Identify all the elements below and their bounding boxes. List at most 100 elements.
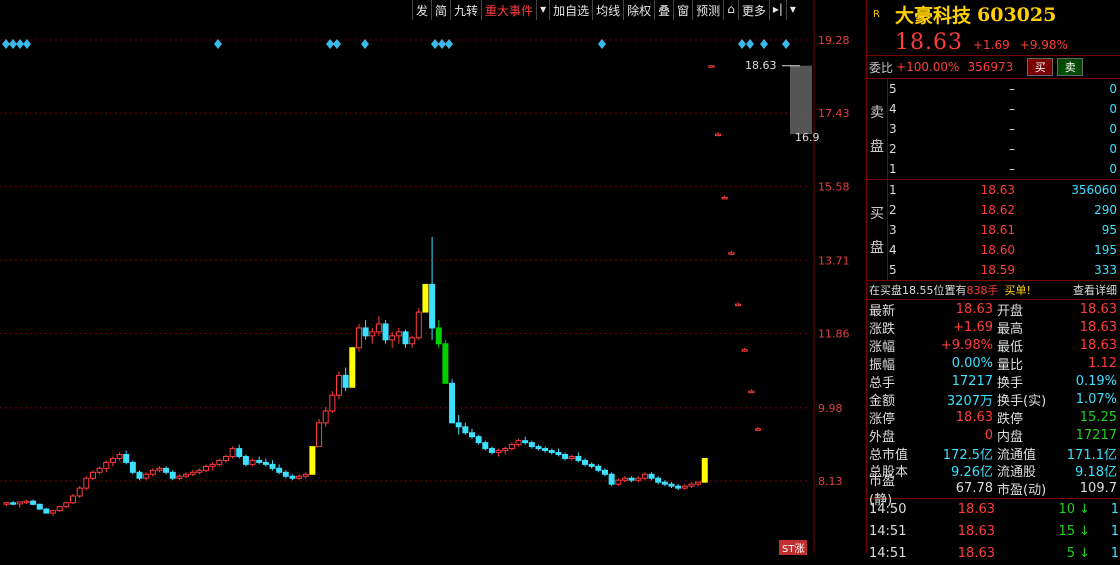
toolbar-item-8[interactable]: 叠 <box>654 0 673 20</box>
sell_book-level: 4 <box>889 102 897 116</box>
event-diamond-icon <box>598 39 606 49</box>
stat-value: 3207万 <box>946 393 993 409</box>
toolbar-item-10[interactable]: 预测 <box>692 0 723 20</box>
stat-value: +1.69 <box>953 320 993 336</box>
buy_book-price: 18.59 <box>980 263 1015 277</box>
candle-body <box>216 459 223 465</box>
tick-volume: 10 <box>1058 502 1075 518</box>
tick-row: 14:50 18.63 10 ↓ 1 <box>867 499 1120 521</box>
toolbar-item-9[interactable]: 窗 <box>673 0 692 20</box>
toolbar-item-7[interactable]: 除权 <box>623 0 654 20</box>
candle-body <box>103 461 110 469</box>
candle-body <box>309 446 316 475</box>
event-diamond-icon <box>23 39 31 49</box>
buy-side-char-2: 盘 <box>870 240 884 256</box>
stat-value: 0 <box>984 427 993 443</box>
candle-body <box>429 283 436 329</box>
candle-body <box>675 485 682 489</box>
candle-body <box>236 448 243 457</box>
stats-row: 涨停 18.63 跌停 15.25 <box>867 408 1120 427</box>
stat-value-2: 17217 <box>1075 427 1117 443</box>
candle-body <box>582 459 589 465</box>
buy_book-volume: 95 <box>1101 223 1117 237</box>
stats-row: 外盘 0 内盘 17217 <box>867 426 1120 445</box>
tick-row: 14:51 18.63 5 ↓ 1 <box>867 543 1120 565</box>
view-detail-link[interactable]: 查看详细 <box>1073 282 1117 298</box>
candle-body <box>156 467 163 471</box>
candle-body <box>475 436 482 444</box>
toolbar-item-3[interactable]: 重大事件 <box>481 0 536 20</box>
order-ratio-label: 委比 <box>869 60 894 75</box>
stat-label: 涨停 <box>869 411 896 427</box>
candle-body <box>575 455 582 461</box>
stat-value: 9.26亿 <box>951 465 993 481</box>
low-price-marker: 16.9 <box>795 131 820 144</box>
candle-body <box>176 475 183 479</box>
toolbar-item-13[interactable]: ▸| <box>768 0 786 20</box>
candle-body <box>76 487 83 497</box>
candle-body <box>449 382 456 424</box>
stat-value-2: 109.7 <box>1079 481 1117 497</box>
stats-row: 金额 3207万 换手(实) 1.07% <box>867 390 1120 409</box>
sell-button[interactable]: 卖 <box>1057 58 1084 76</box>
candle-body <box>681 485 688 489</box>
sell_book-price: – <box>1009 82 1015 96</box>
candle-body <box>621 477 628 481</box>
toolbar-item-5[interactable]: 加自选 <box>549 0 592 20</box>
candle-body <box>688 483 695 487</box>
price-change: +1.69 <box>972 38 1010 52</box>
toolbar-item-14[interactable]: ▾ <box>785 0 799 20</box>
candle-body <box>655 477 662 483</box>
stat-label: 振幅 <box>869 358 896 374</box>
stat-label-2: 换手(实) <box>997 393 1047 409</box>
event-diamond-icon <box>326 39 334 49</box>
candle-body <box>535 446 542 450</box>
candle-body <box>522 440 529 444</box>
candle-body <box>635 477 642 481</box>
candle-body <box>276 467 283 473</box>
candle-body <box>555 452 562 456</box>
margin-trading-icon[interactable]: R <box>873 9 895 20</box>
stat-label-2: 流通值 <box>997 447 1037 463</box>
stat-value-2: 18.63 <box>1079 302 1117 318</box>
order-diff-value: 356973 <box>967 60 1014 74</box>
stats-table: 最新 18.63 开盘 18.63 涨跌 +1.69 最高 18.63 涨幅 +9.98% 最低 18… <box>867 300 1120 508</box>
price-tick-label: 19.28 <box>818 34 850 47</box>
candle-body <box>196 469 203 473</box>
stats-row: 总手 17217 换手 0.19% <box>867 373 1120 391</box>
sell-side-label: 卖 盘 <box>867 79 888 179</box>
candle-body <box>149 469 156 475</box>
buy_book-level: 3 <box>889 223 897 237</box>
quote-panel: R 大豪科技 603025 18.63 +1.69 +9.98% 委比 +100… <box>866 0 1120 561</box>
candle-body <box>728 252 735 255</box>
kline-chart[interactable]: 19.28 17.43 15.58 13.71 11.86 9.98 8.13 发简九转 重大… <box>0 0 866 555</box>
candle-body <box>515 440 522 446</box>
candle-body <box>748 390 755 394</box>
toolbar-item-6[interactable]: 均线 <box>592 0 623 20</box>
candle-body <box>754 428 761 431</box>
toolbar-item-11[interactable]: ⌂ <box>723 0 738 20</box>
chart-toolbar: 发简九转 重大事件 ▾ 加自选 均线 除权叠窗预测 ⌂ 更多 ▸| ▾ <box>412 0 799 20</box>
candle-body <box>70 495 76 504</box>
stat-label: 涨幅 <box>869 340 896 356</box>
sell_book-level: 1 <box>889 162 897 176</box>
buy_book-level: 4 <box>889 243 897 257</box>
toolbar-item-4[interactable]: ▾ <box>536 0 549 20</box>
toolbar-item-0[interactable]: 发 <box>412 0 431 20</box>
price-tick-label: 11.86 <box>818 327 850 340</box>
candle-body <box>442 343 449 384</box>
price-line: 18.63 +1.69 +9.98% <box>867 29 1120 56</box>
candle-body <box>422 283 429 313</box>
toolbar-item-2[interactable]: 九转 <box>450 0 481 20</box>
buy-button[interactable]: 买 <box>1027 58 1054 76</box>
order-alert-bar: 在买盘18.55位置有 838手 买单! 查看详细 <box>867 281 1120 300</box>
candle-body <box>469 432 475 438</box>
alert-prefix: 在买盘18.55位置有 <box>869 284 967 297</box>
candle-body <box>708 65 715 68</box>
toolbar-item-12[interactable]: 更多 <box>737 0 769 20</box>
candle-body <box>229 448 236 457</box>
candle-body <box>382 323 389 341</box>
candle-body <box>701 457 708 483</box>
sell-order-book: 卖 盘 5 – 0 4 – 0 3 – 0 2 – 0 1 – 0 <box>867 79 1120 180</box>
toolbar-item-1[interactable]: 简 <box>431 0 450 20</box>
